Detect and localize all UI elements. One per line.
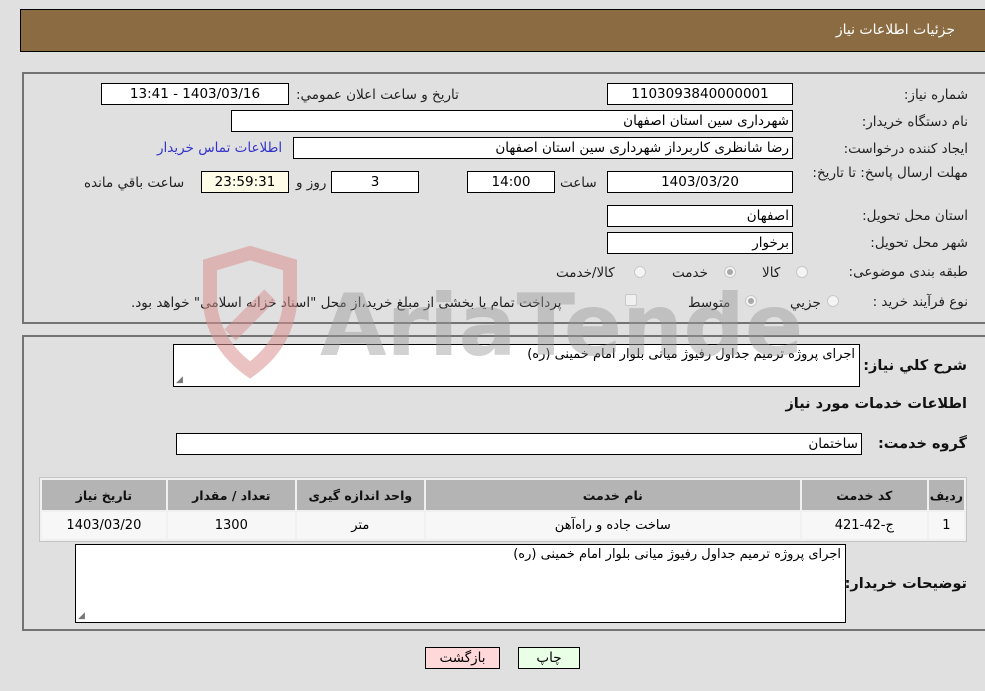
delivery-city-label: شهر محل تحویل: (870, 235, 968, 251)
purchase-type-option-minor: جزيي (790, 295, 821, 311)
need-number-field[interactable]: 1103093840000001 (607, 83, 793, 105)
remaining-time-field: 23:59:31 (201, 171, 289, 193)
cell-service-code: ج-42-421 (801, 512, 927, 539)
col-header-quantity: تعداد / مقدار (167, 480, 295, 510)
page-title: جزئیات اطلاعات نیاز (835, 22, 955, 38)
service-group-label: گروه خدمت: (877, 436, 967, 452)
col-header-need-date: تاریخ نیاز (42, 480, 166, 510)
cell-service-name: ساخت جاده و راه‌آهن (425, 512, 800, 539)
col-header-unit: واحد اندازه گیری (296, 480, 424, 510)
deadline-time-label: ساعت (560, 175, 597, 191)
purchase-type-option-medium: متوسط (688, 295, 731, 311)
category-radio-goods[interactable] (796, 266, 808, 278)
deadline-time-field[interactable]: 14:00 (467, 171, 555, 193)
print-button[interactable]: چاپ (518, 647, 580, 669)
buyer-notes-textarea[interactable]: اجرای پروژه ترمیم جداول رفیوژ میانی بلوا… (75, 544, 846, 623)
need-number-label: شماره نیاز: (903, 87, 968, 103)
delivery-province-field[interactable]: اصفهان (607, 205, 793, 227)
treasury-bonds-label: پرداخت تمام یا بخشی از مبلغ خرید،از محل … (131, 295, 562, 311)
category-radio-goods-service[interactable] (634, 266, 646, 278)
category-radio-service[interactable] (724, 266, 736, 278)
category-option-goods: کالا (762, 265, 781, 281)
back-button[interactable]: بازگشت (425, 647, 500, 669)
buyer-org-label: نام دستگاه خریدار: (861, 114, 968, 130)
remaining-time-label: ساعت باقي مانده (84, 175, 185, 191)
deadline-label: مهلت ارسال پاسخ: تا تاریخ: (812, 165, 968, 181)
cell-unit: متر (296, 512, 424, 539)
table-row: 1 ج-42-421 ساخت جاده و راه‌آهن متر 1300 … (42, 512, 964, 539)
category-option-service: خدمت (672, 265, 708, 281)
cell-row-number: 1 (928, 512, 964, 539)
requester-field[interactable]: رضا شانظری کاربرداز شهرداری سین استان اص… (293, 137, 793, 159)
description-text: اجرای پروژه ترمیم جداول رفیوژ میانی بلوا… (527, 347, 855, 362)
col-header-service-name: نام خدمت (425, 480, 800, 510)
requester-label: ایجاد کننده درخواست: (843, 141, 968, 157)
description-label: شرح کلي نياز: (863, 358, 967, 374)
resize-grip-icon[interactable]: ◢ (78, 612, 87, 621)
services-table: ردیف کد خدمت نام خدمت واحد اندازه گیری ت… (39, 477, 967, 542)
description-textarea[interactable]: اجرای پروژه ترمیم جداول رفیوژ میانی بلوا… (173, 344, 860, 387)
purchase-type-radio-minor[interactable] (827, 295, 839, 307)
delivery-city-field[interactable]: برخوار (607, 232, 793, 254)
days-label: روز و (296, 175, 327, 191)
buyer-contact-link[interactable]: اطلاعات تماس خریدار (157, 140, 282, 156)
col-header-service-code: کد خدمت (801, 480, 927, 510)
buyer-notes-label: توضیحات خریدار: (844, 576, 967, 592)
cell-quantity: 1300 (167, 512, 295, 539)
purchase-type-label: نوع فرآیند خرید : (872, 294, 968, 310)
announce-datetime-label: تاریخ و ساعت اعلان عمومي: (296, 87, 459, 103)
category-option-goods-service: کالا/خدمت (556, 265, 615, 281)
purchase-type-radio-medium[interactable] (745, 295, 757, 307)
service-group-field[interactable]: ساختمان (176, 433, 862, 455)
category-label: طبقه بندی موضوعی: (848, 264, 968, 280)
deadline-date-field[interactable]: 1403/03/20 (607, 171, 793, 193)
delivery-province-label: استان محل تحویل: (862, 208, 968, 224)
table-header-row: ردیف کد خدمت نام خدمت واحد اندازه گیری ت… (42, 480, 964, 510)
buyer-org-field[interactable]: شهرداری سین استان اصفهان (231, 110, 793, 132)
remaining-days-field[interactable]: 3 (331, 171, 419, 193)
col-header-row-number: ردیف (928, 480, 964, 510)
announce-datetime-field[interactable]: 1403/03/16 - 13:41 (101, 83, 289, 105)
buyer-notes-text: اجرای پروژه ترمیم جداول رفیوژ میانی بلوا… (513, 547, 841, 562)
page-header: جزئیات اطلاعات نیاز (20, 9, 985, 52)
treasury-bonds-checkbox[interactable] (625, 294, 637, 306)
cell-need-date: 1403/03/20 (42, 512, 166, 539)
resize-grip-icon[interactable]: ◢ (176, 376, 185, 385)
services-heading: اطلاعات خدمات مورد نیاز (785, 396, 967, 412)
